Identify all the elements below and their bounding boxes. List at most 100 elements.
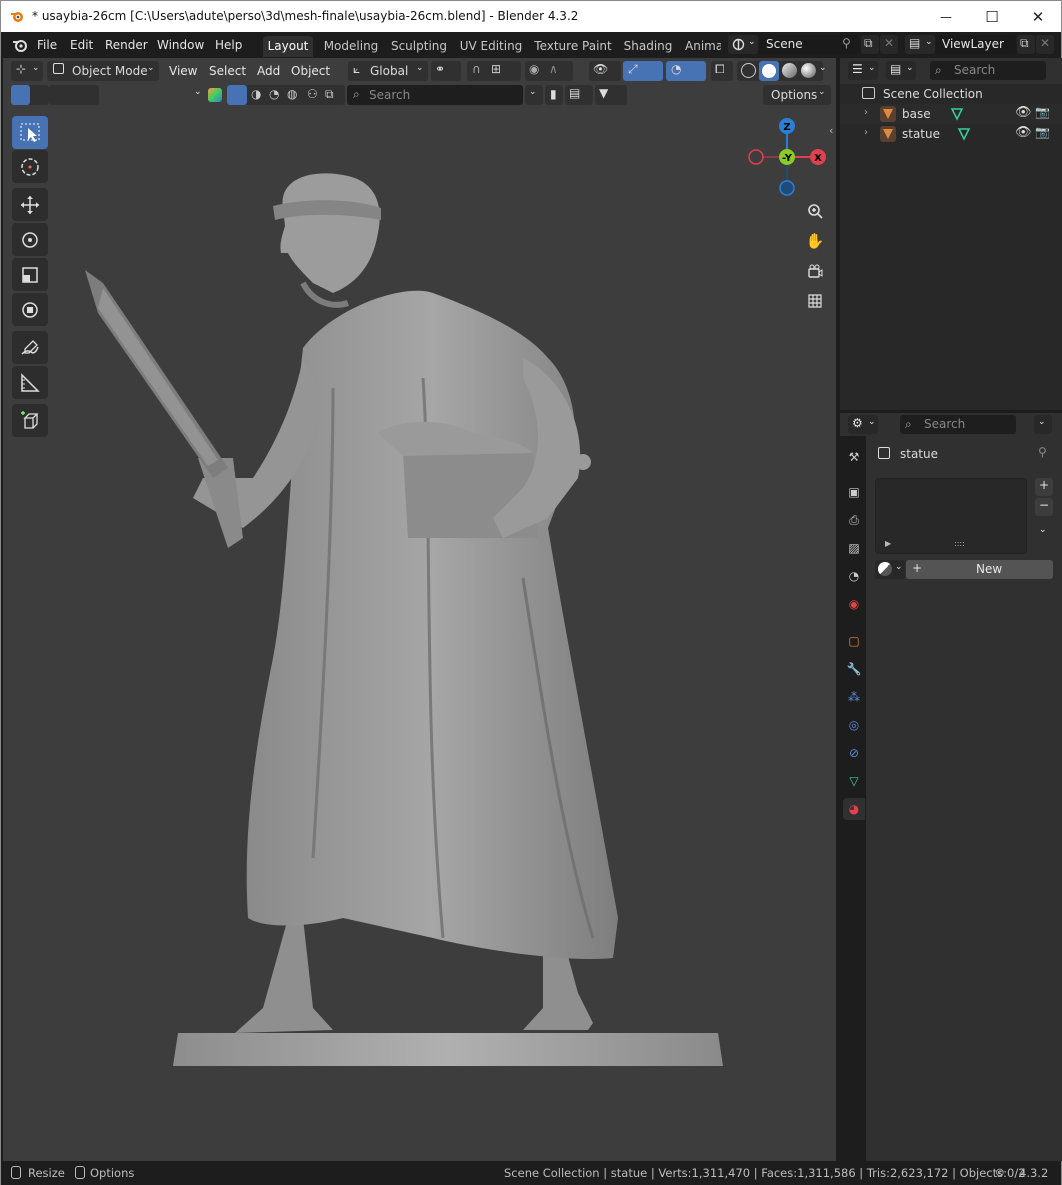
tab-texture-paint[interactable]: Texture Paint <box>533 36 613 57</box>
maximize-button[interactable]: ☐ <box>969 1 1015 32</box>
object-mesh-icon <box>880 106 896 122</box>
delete-scene-button[interactable]: ✕ <box>880 35 898 54</box>
mesh-data-icon[interactable] <box>957 127 971 141</box>
tab-data[interactable]: ▽ <box>843 770 865 792</box>
window-title: * usaybia-26cm [C:\Users\adute\perso\3d\… <box>32 9 579 23</box>
minimize-button[interactable]: — <box>923 1 969 32</box>
outliner-editor-type[interactable]: ☰ ⌄ <box>848 61 878 80</box>
title-bar: * usaybia-26cm [C:\Users\adute\perso\3d\… <box>1 1 1061 32</box>
menu-render[interactable]: Render <box>105 38 148 52</box>
display-mode-selector[interactable]: ▤ ⌄ <box>886 61 916 80</box>
chevron-down-icon: ⌄ <box>1038 417 1046 427</box>
outliner-row-base[interactable]: › base 👁 📷 <box>840 104 1062 124</box>
tab-render[interactable]: ▣ <box>843 481 865 503</box>
scene-name-field[interactable]: Scene ⚲ <box>759 35 859 54</box>
expand-arrow-icon[interactable]: › <box>864 127 868 138</box>
properties-options-dropdown[interactable]: ⌄ <box>1034 415 1052 434</box>
tab-uv-editing[interactable]: UV Editing <box>458 36 524 57</box>
eye-icon[interactable]: 👁 <box>1015 125 1032 140</box>
tab-physics[interactable]: ◎ <box>843 714 865 736</box>
duplicate-icon: ⧉ <box>864 36 873 50</box>
menu-window[interactable]: Window <box>157 38 204 52</box>
version-label: 4.3.2 <box>1019 1166 1049 1180</box>
camera-icon[interactable]: 📷 <box>1035 125 1050 139</box>
camera-icon[interactable]: 📷 <box>1035 105 1050 119</box>
blender-menu-icon[interactable] <box>12 38 28 52</box>
base-disk[interactable] <box>173 1033 723 1066</box>
plus-icon: + <box>912 561 923 575</box>
outliner-search-placeholder: Search <box>954 63 996 77</box>
tab-shading[interactable]: Shading <box>621 36 675 57</box>
view-layer-selector[interactable]: ▤ ⌄ <box>905 35 935 54</box>
object-icon <box>878 447 890 459</box>
tab-output[interactable]: ⎙ <box>843 509 865 531</box>
resize-handle-icon[interactable]: :::: <box>954 539 965 548</box>
statue-model[interactable] <box>3 58 836 1161</box>
view-layer-icon: ▤ <box>890 62 902 76</box>
minimize-icon: — <box>940 9 952 24</box>
head[interactable] <box>280 173 380 293</box>
eye-icon[interactable]: 👁 <box>1015 105 1032 120</box>
menu-file[interactable]: File <box>37 38 57 52</box>
chevron-down-icon: ⌄ <box>868 417 876 427</box>
material-icon: ◕ <box>848 802 860 816</box>
mesh-data-icon[interactable] <box>950 107 964 121</box>
menu-help[interactable]: Help <box>215 38 242 52</box>
minus-icon: − <box>1039 498 1050 512</box>
view-layer-name-field[interactable]: ViewLayer <box>936 35 1016 54</box>
tab-material[interactable]: ◕ <box>843 798 865 820</box>
mouse-left-icon <box>11 1166 21 1179</box>
scene-statistics: Scene Collection | statue | Verts:1,311,… <box>504 1166 1026 1180</box>
status-options-label: Options <box>90 1166 135 1180</box>
pin-icon[interactable]: ⚲ <box>1038 445 1047 459</box>
expand-arrow-icon[interactable]: › <box>864 107 868 118</box>
tab-scene[interactable]: ◔ <box>843 565 865 587</box>
material-sphere-icon <box>878 562 892 576</box>
expand-arrow-icon[interactable]: ▶ <box>885 539 891 548</box>
tab-modeling[interactable]: Modeling <box>321 36 381 57</box>
tab-sculpting[interactable]: Sculpting <box>389 36 449 57</box>
tab-layout[interactable]: Layout <box>263 36 313 57</box>
properties-header: ⚙ ⌄ ⌕ Search ⌄ <box>840 413 1062 436</box>
browse-material-button[interactable]: ⌄ <box>875 560 905 579</box>
outliner-row-scene-collection[interactable]: Scene Collection <box>840 84 1062 104</box>
properties-editor-type[interactable]: ⚙ ⌄ <box>848 415 878 434</box>
scene-selector[interactable]: ⌄ <box>728 35 758 54</box>
blender-window: * usaybia-26cm [C:\Users\adute\perso\3d\… <box>0 0 1062 1185</box>
add-material-slot-button[interactable]: + <box>1035 478 1053 496</box>
physics-icon: ◎ <box>848 718 860 732</box>
remove-material-slot-button[interactable]: − <box>1035 498 1053 516</box>
new-view-layer-button[interactable]: ⧉ <box>1017 35 1035 54</box>
chevron-down-icon: ⌄ <box>895 562 903 572</box>
3d-viewport[interactable]: ⊹ ⌄ Object Mode ⌄ View Select Add Object … <box>3 58 836 1161</box>
close-button[interactable]: ✕ <box>1015 1 1061 32</box>
tab-animation[interactable]: Anima <box>685 36 721 57</box>
chevron-down-icon: ⌄ <box>925 37 933 47</box>
material-specials-dropdown[interactable]: ⌄ <box>1035 523 1053 541</box>
tab-world[interactable]: ◉ <box>843 593 865 615</box>
chevron-down-icon: ⌄ <box>748 37 756 47</box>
particles-icon: ⁂ <box>848 690 860 704</box>
tab-object[interactable]: ▢ <box>843 630 865 652</box>
view-layer-icon: ▤ <box>909 36 921 50</box>
tab-tool[interactable]: ⚒ <box>843 446 865 468</box>
pin-icon[interactable]: ⚲ <box>842 36 851 50</box>
duplicate-icon: ⧉ <box>1020 36 1029 50</box>
properties-tab-bar: ⚒ ▣ ⎙ ▨ ◔ ◉ ▢ 🔧 ⁂ ◎ ⊘ ▽ ◕ <box>840 436 866 1161</box>
properties-search-input[interactable]: ⌕ Search <box>900 415 1016 434</box>
outliner-row-statue[interactable]: › statue 👁 📷 <box>840 124 1062 144</box>
new-material-button[interactable]: + New <box>906 560 1053 579</box>
delete-view-layer-button[interactable]: ✕ <box>1036 35 1054 54</box>
tab-modifiers[interactable]: 🔧 <box>843 658 865 680</box>
tab-view-layer[interactable]: ▨ <box>843 537 865 559</box>
outliner-search-input[interactable]: ⌕ Search <box>930 61 1046 80</box>
scene-icon <box>732 38 745 51</box>
tab-constraints[interactable]: ⊘ <box>843 742 865 764</box>
material-slot-list[interactable]: ▶ :::: <box>875 478 1027 554</box>
maximize-icon: ☐ <box>985 7 999 26</box>
tab-particles[interactable]: ⁂ <box>843 686 865 708</box>
close-icon: ✕ <box>1031 7 1045 26</box>
menu-edit[interactable]: Edit <box>70 38 93 52</box>
new-scene-button[interactable]: ⧉ <box>861 35 879 54</box>
network-off-icon: ⊘ <box>995 1165 1005 1179</box>
